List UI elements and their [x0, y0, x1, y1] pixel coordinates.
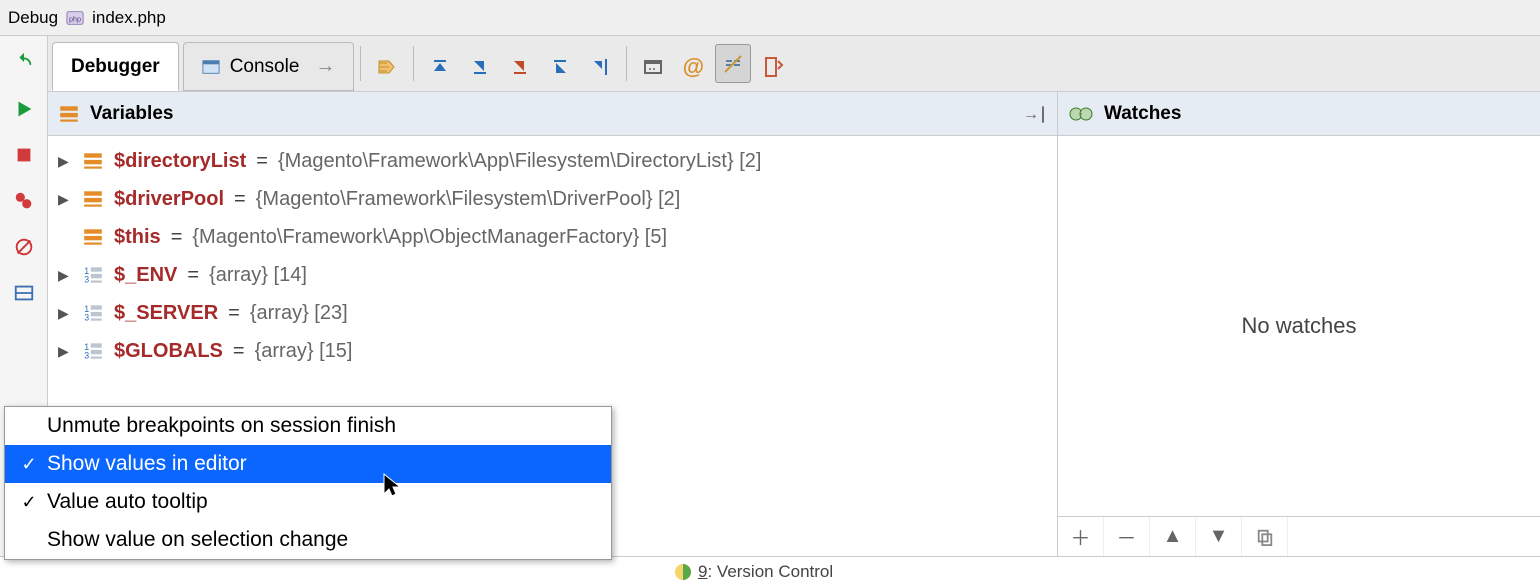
pin-icon[interactable] — [753, 42, 793, 91]
expand-icon[interactable]: ▶ — [58, 305, 72, 322]
context-menu-label: Unmute breakpoints on session finish — [47, 414, 396, 438]
object-icon — [82, 150, 104, 172]
variable-name: $this — [114, 226, 161, 249]
watches-panel: Watches No watches ＋ － ▲ ▼ — [1058, 92, 1540, 556]
variable-name: $GLOBALS — [114, 340, 223, 363]
watches-footer: ＋ － ▲ ▼ — [1058, 516, 1540, 556]
variable-row[interactable]: ▶13$GLOBALS = {array} [15] — [48, 332, 1057, 370]
watch-up-button[interactable]: ▲ — [1150, 517, 1196, 556]
step-over-icon[interactable] — [420, 42, 460, 91]
check-icon: ✓ — [19, 492, 39, 513]
context-menu-label: Show values in editor — [47, 452, 247, 476]
watches-header-icon — [1068, 103, 1094, 125]
breadcrumb-file: index.php — [92, 8, 166, 28]
rerun-icon[interactable] — [13, 52, 35, 74]
console-icon — [202, 58, 220, 76]
breadcrumb-label: Debug — [8, 8, 58, 28]
expand-icon[interactable]: ▶ — [58, 267, 72, 284]
status-bar: 9: Version Control — [0, 556, 1540, 586]
php-file-icon: php — [66, 9, 84, 27]
settings-toggle-icon[interactable] — [715, 44, 751, 83]
context-menu-label: Value auto tooltip — [47, 490, 208, 514]
at-symbol-icon[interactable]: @ — [673, 42, 713, 91]
variable-value: {Magento\Framework\Filesystem\DriverPool… — [256, 188, 681, 211]
force-step-into-icon[interactable] — [500, 42, 540, 91]
variable-name: $directoryList — [114, 150, 246, 173]
variable-row[interactable]: ▶$driverPool = {Magento\Framework\Filesy… — [48, 180, 1057, 218]
context-menu: Unmute breakpoints on session finish ✓ Sho… — [4, 406, 612, 560]
variable-row[interactable]: ▶13$_ENV = {array} [14] — [48, 256, 1057, 294]
variable-row[interactable]: ▶$this = {Magento\Framework\App\ObjectMa… — [48, 218, 1057, 256]
svg-text:3: 3 — [84, 275, 89, 285]
context-menu-item[interactable]: Unmute breakpoints on session finish — [5, 407, 611, 445]
variable-name: $_SERVER — [114, 302, 218, 325]
evaluate-icon[interactable] — [633, 42, 673, 91]
variable-row[interactable]: ▶$directoryList = {Magento\Framework\App… — [48, 142, 1057, 180]
breadcrumb: Debug php index.php — [0, 0, 1540, 36]
tab-debugger[interactable]: Debugger — [52, 42, 179, 91]
vcs-icon — [674, 563, 692, 581]
svg-text:3: 3 — [84, 313, 89, 323]
variable-name: $driverPool — [114, 188, 224, 211]
breakpoints-icon[interactable] — [13, 190, 35, 212]
object-icon — [82, 226, 104, 248]
stop-icon[interactable] — [13, 144, 35, 166]
variable-value: {array} [14] — [209, 264, 307, 287]
step-into-icon[interactable] — [460, 42, 500, 91]
console-arrow-icon: → — [315, 55, 335, 78]
variable-name: $_ENV — [114, 264, 177, 287]
panel-minimize-icon[interactable]: →∣ — [1023, 104, 1047, 124]
variable-row[interactable]: ▶13$_SERVER = {array} [23] — [48, 294, 1057, 332]
watch-down-button[interactable]: ▼ — [1196, 517, 1242, 556]
variable-value: {Magento\Framework\App\Filesystem\Direct… — [278, 150, 762, 173]
variables-header-icon — [58, 103, 80, 125]
watch-copy-button[interactable] — [1242, 517, 1288, 556]
object-icon — [82, 188, 104, 210]
context-menu-label: Show value on selection change — [47, 528, 348, 552]
check-icon: ✓ — [19, 454, 39, 475]
svg-text:3: 3 — [84, 351, 89, 361]
status-version-control[interactable]: 9: Version Control — [660, 562, 847, 582]
mouse-cursor-icon — [382, 472, 402, 505]
run-to-cursor-icon[interactable] — [580, 42, 620, 91]
variable-value: {Magento\Framework\App\ObjectManagerFact… — [192, 226, 667, 249]
array-icon: 13 — [82, 340, 104, 362]
expand-icon[interactable]: ▶ — [58, 343, 72, 360]
step-out-icon[interactable] — [540, 42, 580, 91]
context-menu-item[interactable]: Show value on selection change — [5, 521, 611, 559]
svg-text:php: php — [69, 14, 81, 23]
context-menu-item[interactable]: ✓ Value auto tooltip — [5, 483, 611, 521]
watch-remove-button[interactable]: － — [1104, 517, 1150, 556]
watches-panel-header: Watches — [1058, 92, 1540, 136]
mute-breakpoints-icon[interactable] — [13, 236, 35, 258]
variables-panel-header: Variables →∣ — [48, 92, 1057, 136]
expand-icon[interactable]: ▶ — [58, 191, 72, 208]
variable-value: {array} [15] — [255, 340, 353, 363]
variable-value: {array} [23] — [250, 302, 348, 325]
show-execution-point-icon[interactable] — [367, 42, 407, 91]
expand-icon[interactable]: ▶ — [58, 153, 72, 170]
debug-toolbar: Debugger Console → @ — [48, 36, 1540, 92]
tab-console[interactable]: Console → — [183, 42, 355, 91]
context-menu-item[interactable]: ✓ Show values in editor — [5, 445, 611, 483]
array-icon: 13 — [82, 302, 104, 324]
array-icon: 13 — [82, 264, 104, 286]
layout-icon[interactable] — [13, 282, 35, 304]
watch-add-button[interactable]: ＋ — [1058, 517, 1104, 556]
resume-icon[interactable] — [13, 98, 35, 120]
watches-empty-label: No watches — [1058, 136, 1540, 516]
